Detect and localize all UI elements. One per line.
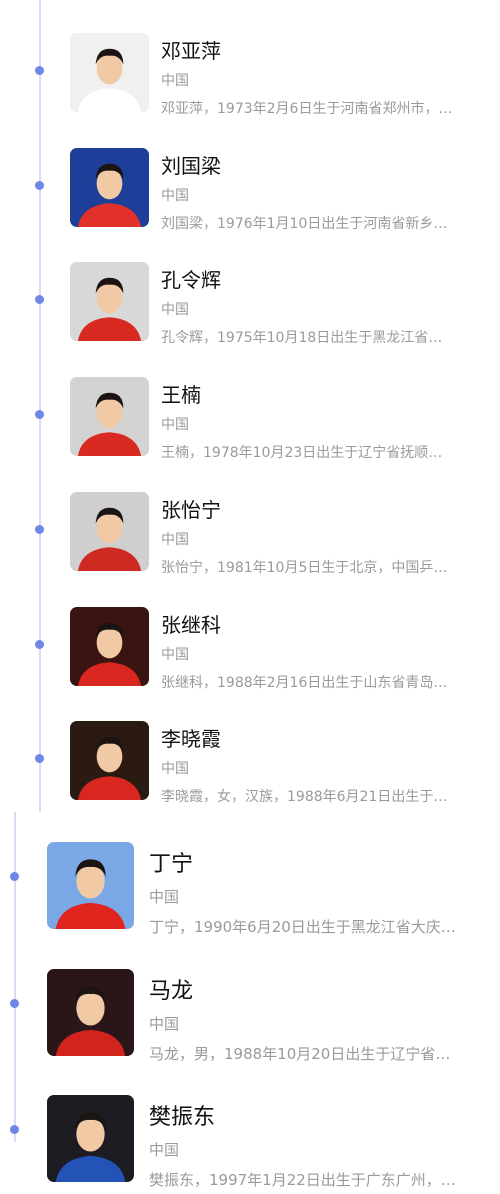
player-name[interactable]: 邓亚萍 xyxy=(161,35,221,64)
player-name[interactable]: 樊振东 xyxy=(149,1099,215,1131)
timeline-dot xyxy=(10,998,19,1008)
player-description: 王楠，1978年10月23日出生于辽宁省抚顺… xyxy=(161,445,443,462)
player-name[interactable]: 丁宁 xyxy=(149,846,193,878)
timeline-dot xyxy=(35,180,44,190)
player-photo-icon[interactable] xyxy=(70,377,149,457)
player-description: 李晓霞，女，汉族，1988年6月21日出生于… xyxy=(161,789,448,806)
player-photo-icon[interactable] xyxy=(47,968,134,1056)
player-photo-icon[interactable] xyxy=(47,842,134,929)
timeline-dot xyxy=(35,754,44,764)
player-photo-icon[interactable] xyxy=(70,33,149,112)
player-description: 孔令辉，1975年10月18日出生于黑龙江省… xyxy=(161,330,443,347)
player-description: 张继科，1988年2月16日出生于山东省青岛… xyxy=(161,674,448,691)
player-name[interactable]: 张继科 xyxy=(161,609,221,638)
timeline-dot xyxy=(35,295,44,305)
player-description: 马龙，男，1988年10月20日出生于辽宁省… xyxy=(149,1044,451,1063)
player-name[interactable]: 马龙 xyxy=(149,973,193,1005)
timeline-dot xyxy=(35,66,44,75)
timeline-dot xyxy=(35,639,44,649)
player-country: 中国 xyxy=(149,1014,180,1033)
player-name[interactable]: 李晓霞 xyxy=(161,723,221,752)
player-description: 刘国梁，1976年1月10日出生于河南省新乡… xyxy=(161,215,448,232)
player-country: 中国 xyxy=(161,302,189,319)
player-country: 中国 xyxy=(149,1141,180,1159)
player-country: 中国 xyxy=(161,646,189,663)
player-country: 中国 xyxy=(161,761,189,778)
timeline-dot xyxy=(10,872,19,881)
player-description: 张怡宁，1981年10月5日生于北京，中国乒… xyxy=(161,559,448,576)
player-photo-icon[interactable] xyxy=(47,1095,134,1182)
player-photo-icon[interactable] xyxy=(70,262,149,342)
timeline-section-bottom: 丁宁 中国 丁宁，1990年6月20日出生于黑龙江省大庆… 马龙 中国 马龙，男，1988… xyxy=(0,812,500,1194)
timeline-dot xyxy=(35,410,44,420)
player-description: 樊振东，1997年1月22日出生于广东广州，… xyxy=(149,1171,456,1189)
player-country: 中国 xyxy=(161,417,189,434)
player-photo-icon[interactable] xyxy=(70,491,149,571)
player-photo-icon[interactable] xyxy=(70,147,149,227)
timeline-line xyxy=(39,0,41,812)
timeline-line xyxy=(14,812,16,1142)
player-name[interactable]: 刘国梁 xyxy=(161,150,221,179)
player-description: 丁宁，1990年6月20日出生于黑龙江省大庆… xyxy=(149,918,456,936)
player-photo-icon[interactable] xyxy=(70,721,149,801)
player-country: 中国 xyxy=(161,73,189,89)
player-country: 中国 xyxy=(161,531,189,548)
player-name[interactable]: 张怡宁 xyxy=(161,494,221,523)
timeline-dot xyxy=(35,524,44,534)
timeline-section-top: 邓亚萍 中国 邓亚萍，1973年2月6日生于河南省郑州市，… 刘国梁 中国 刘国梁，197… xyxy=(0,0,500,812)
player-description: 邓亚萍，1973年2月6日生于河南省郑州市，… xyxy=(161,101,453,117)
player-country: 中国 xyxy=(149,888,180,906)
player-name[interactable]: 王楠 xyxy=(161,379,201,408)
timeline-dot xyxy=(10,1125,19,1134)
player-name[interactable]: 孔令辉 xyxy=(161,264,221,293)
player-country: 中国 xyxy=(161,187,189,204)
player-photo-icon[interactable] xyxy=(70,606,149,686)
